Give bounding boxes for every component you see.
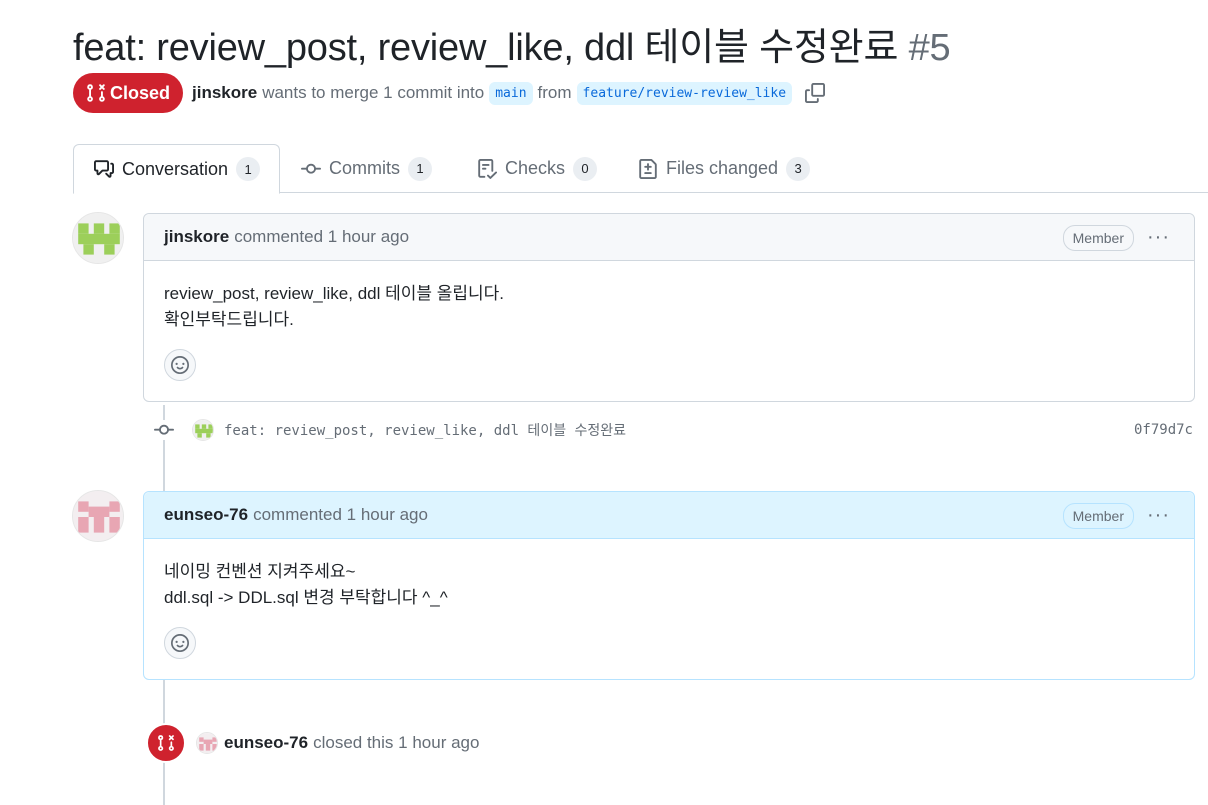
comment-header: eunseo-76 commented 1 hour ago Member ··…	[144, 492, 1194, 539]
comment-discussion-icon	[94, 159, 114, 179]
comment-author[interactable]: jinskore	[164, 227, 229, 247]
comment-body: review_post, review_like, ddl 테이블 올립니다. …	[144, 261, 1194, 381]
pr-from-text: from	[537, 83, 572, 102]
git-commit-icon	[301, 159, 321, 179]
pr-meta: jinskore wants to merge 1 commit into ma…	[192, 80, 826, 106]
role-badge: Member	[1062, 225, 1134, 251]
comment-body: 네이밍 컨벤션 지켜주세요~ ddl.sql -> DDL.sql 변경 부탁합…	[144, 539, 1194, 659]
git-pull-request-closed-icon	[86, 83, 106, 103]
pr-number: #5	[908, 27, 951, 69]
comment-time[interactable]: 1 hour ago	[347, 505, 428, 525]
tab-commits[interactable]: Commits 1	[281, 144, 452, 193]
base-branch[interactable]: main	[489, 81, 533, 105]
tab-checks-count: 0	[573, 156, 598, 181]
role-badge: Member	[1062, 503, 1134, 529]
comment-box: eunseo-76 commented 1 hour ago Member ··…	[143, 491, 1195, 680]
timeline-commit-item: feat: review_post, review_like, ddl 테이블 …	[150, 416, 1193, 444]
comment-action: commented	[234, 227, 324, 246]
copy-icon[interactable]	[805, 83, 826, 103]
comment-box: jinskore commented 1 hour ago Member ···…	[143, 213, 1195, 402]
commit-message-link[interactable]: feat: review_post, review_like, ddl 테이블 …	[224, 420, 626, 440]
tab-conversation[interactable]: Conversation 1	[73, 144, 280, 194]
tab-conversation-label: Conversation	[122, 158, 229, 179]
timeline-closed-event: eunseo-76 closed this 1 hour ago	[146, 723, 479, 763]
pr-author-link[interactable]: jinskore	[192, 83, 257, 103]
avatar[interactable]	[72, 490, 124, 542]
comment-time[interactable]: 1 hour ago	[328, 227, 409, 247]
kebab-menu-icon[interactable]: ···	[1147, 225, 1170, 249]
comment-line: 확인부탁드립니다.	[164, 310, 294, 329]
comment-action: commented	[253, 505, 342, 524]
avatar[interactable]	[72, 212, 124, 264]
pr-tabs: Conversation 1 Commits 1 Checks 0 Files …	[0, 144, 1208, 194]
add-reaction-button[interactable]	[164, 627, 196, 659]
comment-line: review_post, review_like, ddl 테이블 올립니다.	[164, 284, 505, 303]
add-reaction-button[interactable]	[164, 349, 196, 381]
checklist-icon	[477, 158, 497, 179]
tab-checks-label: Checks	[505, 158, 566, 178]
pr-state-badge: Closed	[73, 73, 183, 113]
git-commit-icon	[150, 420, 178, 440]
kebab-menu-icon[interactable]: ···	[1147, 503, 1170, 527]
pr-title: feat: review_post, review_like, ddl 테이블 …	[73, 16, 951, 71]
tab-commits-count: 1	[408, 156, 432, 181]
comment-author[interactable]: eunseo-76	[164, 505, 248, 525]
head-branch[interactable]: feature/review-review_like	[576, 81, 793, 105]
tab-conversation-count: 1	[236, 157, 261, 181]
tab-checks[interactable]: Checks 0	[457, 144, 617, 193]
comment-line: 네이밍 컨벤션 지켜주세요~	[164, 562, 356, 581]
pr-state-label: Closed	[109, 82, 170, 103]
event-text: closed this	[313, 733, 394, 752]
avatar[interactable]	[192, 419, 214, 441]
pr-merge-text: wants to merge 1 commit into	[262, 83, 485, 102]
smiley-icon	[171, 356, 189, 374]
pr-title-text: feat: review_post, review_like, ddl 테이블 …	[73, 27, 899, 69]
comment-header: jinskore commented 1 hour ago Member ···	[144, 214, 1194, 261]
file-diff-icon	[638, 158, 658, 179]
tab-files-changed[interactable]: Files changed 3	[618, 144, 830, 193]
git-pull-request-closed-icon	[146, 723, 186, 763]
comment-line: ddl.sql -> DDL.sql 변경 부탁합니다 ^_^	[164, 588, 448, 607]
tab-files-changed-count: 3	[786, 156, 811, 181]
smiley-icon	[171, 634, 189, 652]
tab-files-changed-label: Files changed	[666, 158, 779, 178]
event-time[interactable]: 1 hour ago	[398, 733, 479, 753]
event-actor[interactable]: eunseo-76	[224, 733, 308, 753]
commit-sha-link[interactable]: 0f79d7c	[1134, 422, 1193, 438]
tab-commits-label: Commits	[329, 158, 400, 178]
avatar[interactable]	[196, 732, 218, 754]
